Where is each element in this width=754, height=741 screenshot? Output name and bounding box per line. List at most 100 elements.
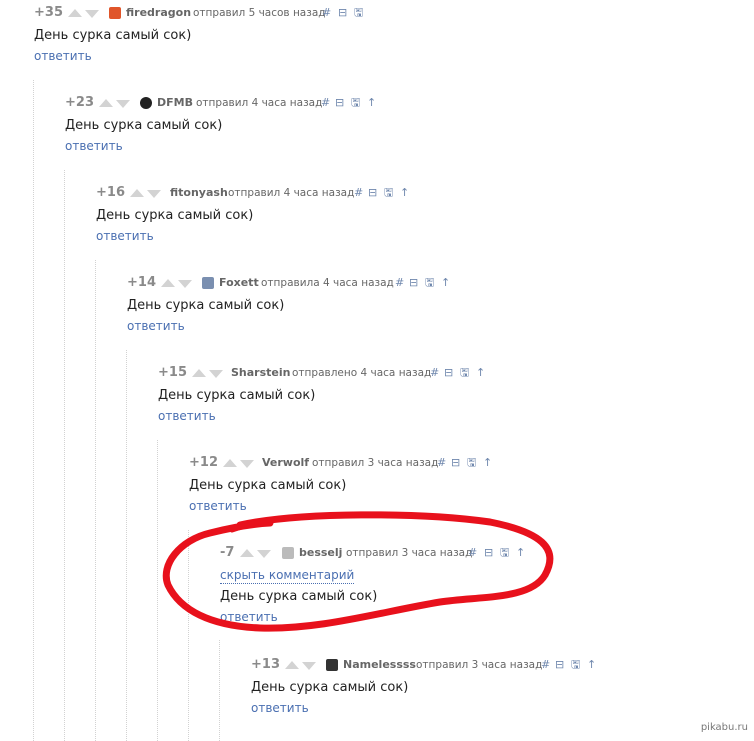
- anchor-link[interactable]: #: [541, 655, 550, 675]
- reply-link[interactable]: ответить: [34, 48, 92, 64]
- rating: +15: [158, 365, 187, 380]
- comment-timestamp: отправил 5 часов назад: [193, 7, 326, 19]
- save-icon[interactable]: 🖫: [571, 655, 580, 675]
- parent-arrow-icon[interactable]: ↑: [441, 273, 450, 293]
- arrow-up-icon[interactable]: [285, 661, 299, 669]
- collapse-icon[interactable]: ⊟: [409, 273, 418, 293]
- rating: -7: [220, 545, 235, 560]
- username[interactable]: Sharstein: [231, 363, 290, 383]
- reply-link[interactable]: ответить: [220, 609, 278, 625]
- parent-arrow-icon[interactable]: ↑: [400, 183, 409, 203]
- username[interactable]: fitonyash: [170, 183, 228, 203]
- save-icon[interactable]: 🖫: [467, 453, 476, 473]
- save-icon[interactable]: 🖫: [460, 363, 469, 383]
- collapse-icon[interactable]: ⊟: [444, 363, 453, 383]
- hide-comment-link[interactable]: скрыть комментарий: [220, 567, 355, 584]
- reply-link[interactable]: ответить: [251, 700, 309, 716]
- comment-timestamp: отправил 3 часа назад: [416, 659, 543, 671]
- avatar[interactable]: [202, 277, 214, 289]
- reply-link[interactable]: ответить: [65, 138, 123, 154]
- rating: +23: [65, 95, 94, 110]
- rating: +14: [127, 275, 156, 290]
- save-icon[interactable]: 🖫: [354, 3, 363, 23]
- comment-text: День сурка самый сок): [65, 118, 223, 133]
- comment: +13 Namelessss отправил 3 часа назад # ⊟…: [0, 655, 700, 715]
- comment-timestamp: отправлено 4 часа назад: [292, 367, 432, 379]
- comment-text: День сурка самый сок): [251, 680, 409, 695]
- arrow-up-icon[interactable]: [68, 9, 82, 17]
- parent-arrow-icon[interactable]: ↑: [587, 655, 596, 675]
- save-icon[interactable]: 🖫: [425, 273, 434, 293]
- arrow-down-icon[interactable]: [209, 370, 223, 378]
- anchor-link[interactable]: #: [468, 543, 477, 563]
- comment-text: День сурка самый сок): [158, 388, 316, 403]
- parent-arrow-icon[interactable]: ↑: [516, 543, 525, 563]
- comment: +23 DFMB отправил 4 часа назад # ⊟ 🖫 ↑ Д…: [0, 93, 700, 153]
- arrow-down-icon[interactable]: [178, 280, 192, 288]
- anchor-link[interactable]: #: [322, 3, 331, 23]
- comment: +35 firedragon отправил 5 часов назад # …: [0, 3, 700, 63]
- collapse-icon[interactable]: ⊟: [555, 655, 564, 675]
- reply-link[interactable]: ответить: [96, 228, 154, 244]
- anchor-link[interactable]: #: [395, 273, 404, 293]
- arrow-down-icon[interactable]: [302, 662, 316, 670]
- save-icon[interactable]: 🖫: [351, 93, 360, 113]
- anchor-link[interactable]: #: [437, 453, 446, 473]
- comment: +14 Foxett отправила 4 часа назад # ⊟ 🖫 …: [0, 273, 700, 333]
- username[interactable]: firedragon: [126, 3, 191, 23]
- comment: +12 Verwolf отправил 3 часа назад # ⊟ 🖫 …: [0, 453, 700, 513]
- arrow-down-icon[interactable]: [257, 550, 271, 558]
- avatar[interactable]: [282, 547, 294, 559]
- arrow-up-icon[interactable]: [161, 279, 175, 287]
- parent-arrow-icon[interactable]: ↑: [476, 363, 485, 383]
- avatar[interactable]: [326, 659, 338, 671]
- comment-text: День сурка самый сок): [189, 478, 347, 493]
- collapse-icon[interactable]: ⊟: [368, 183, 377, 203]
- comment: -7 besselj отправил 3 часа назад # ⊟ 🖫 ↑…: [0, 543, 700, 624]
- parent-arrow-icon[interactable]: ↑: [483, 453, 492, 473]
- arrow-up-icon[interactable]: [192, 369, 206, 377]
- arrow-down-icon[interactable]: [240, 460, 254, 468]
- arrow-up-icon[interactable]: [130, 189, 144, 197]
- anchor-link[interactable]: #: [430, 363, 439, 383]
- comment: +16 fitonyash отправил 4 часа назад # ⊟ …: [0, 183, 700, 243]
- arrow-up-icon[interactable]: [240, 549, 254, 557]
- username[interactable]: besselj: [299, 543, 342, 563]
- collapse-icon[interactable]: ⊟: [335, 93, 344, 113]
- collapse-icon[interactable]: ⊟: [338, 3, 347, 23]
- save-icon[interactable]: 🖫: [500, 543, 509, 563]
- username[interactable]: Namelessss: [343, 655, 416, 675]
- arrow-up-icon[interactable]: [223, 459, 237, 467]
- comment-text: День сурка самый сок): [34, 28, 192, 43]
- username[interactable]: Foxett: [219, 273, 259, 293]
- anchor-link[interactable]: #: [354, 183, 363, 203]
- username[interactable]: Verwolf: [262, 453, 309, 473]
- comment-timestamp: отправила 4 часа назад: [261, 277, 394, 289]
- arrow-up-icon[interactable]: [99, 99, 113, 107]
- anchor-link[interactable]: #: [321, 93, 330, 113]
- comment-text: День сурка самый сок): [220, 589, 378, 604]
- avatar[interactable]: [109, 7, 121, 19]
- comment-timestamp: отправил 4 часа назад: [196, 97, 323, 109]
- reply-link[interactable]: ответить: [127, 318, 185, 334]
- parent-arrow-icon[interactable]: ↑: [367, 93, 376, 113]
- rating: +12: [189, 455, 218, 470]
- comment-timestamp: отправил 3 часа назад: [346, 547, 473, 559]
- reply-link[interactable]: ответить: [158, 408, 216, 424]
- avatar[interactable]: [140, 97, 152, 109]
- username[interactable]: DFMB: [157, 93, 193, 113]
- rating: +16: [96, 185, 125, 200]
- rating: +13: [251, 657, 280, 672]
- arrow-down-icon[interactable]: [85, 10, 99, 18]
- collapse-icon[interactable]: ⊟: [451, 453, 460, 473]
- reply-link[interactable]: ответить: [189, 498, 247, 514]
- save-icon[interactable]: 🖫: [384, 183, 393, 203]
- collapse-icon[interactable]: ⊟: [484, 543, 493, 563]
- comment-timestamp: отправил 3 часа назад: [312, 457, 439, 469]
- comment-text: День сурка самый сок): [96, 208, 254, 223]
- arrow-down-icon[interactable]: [147, 190, 161, 198]
- arrow-down-icon[interactable]: [116, 100, 130, 108]
- comment-text: День сурка самый сок): [127, 298, 285, 313]
- comment-timestamp: отправил 4 часа назад: [228, 187, 355, 199]
- rating: +35: [34, 5, 63, 20]
